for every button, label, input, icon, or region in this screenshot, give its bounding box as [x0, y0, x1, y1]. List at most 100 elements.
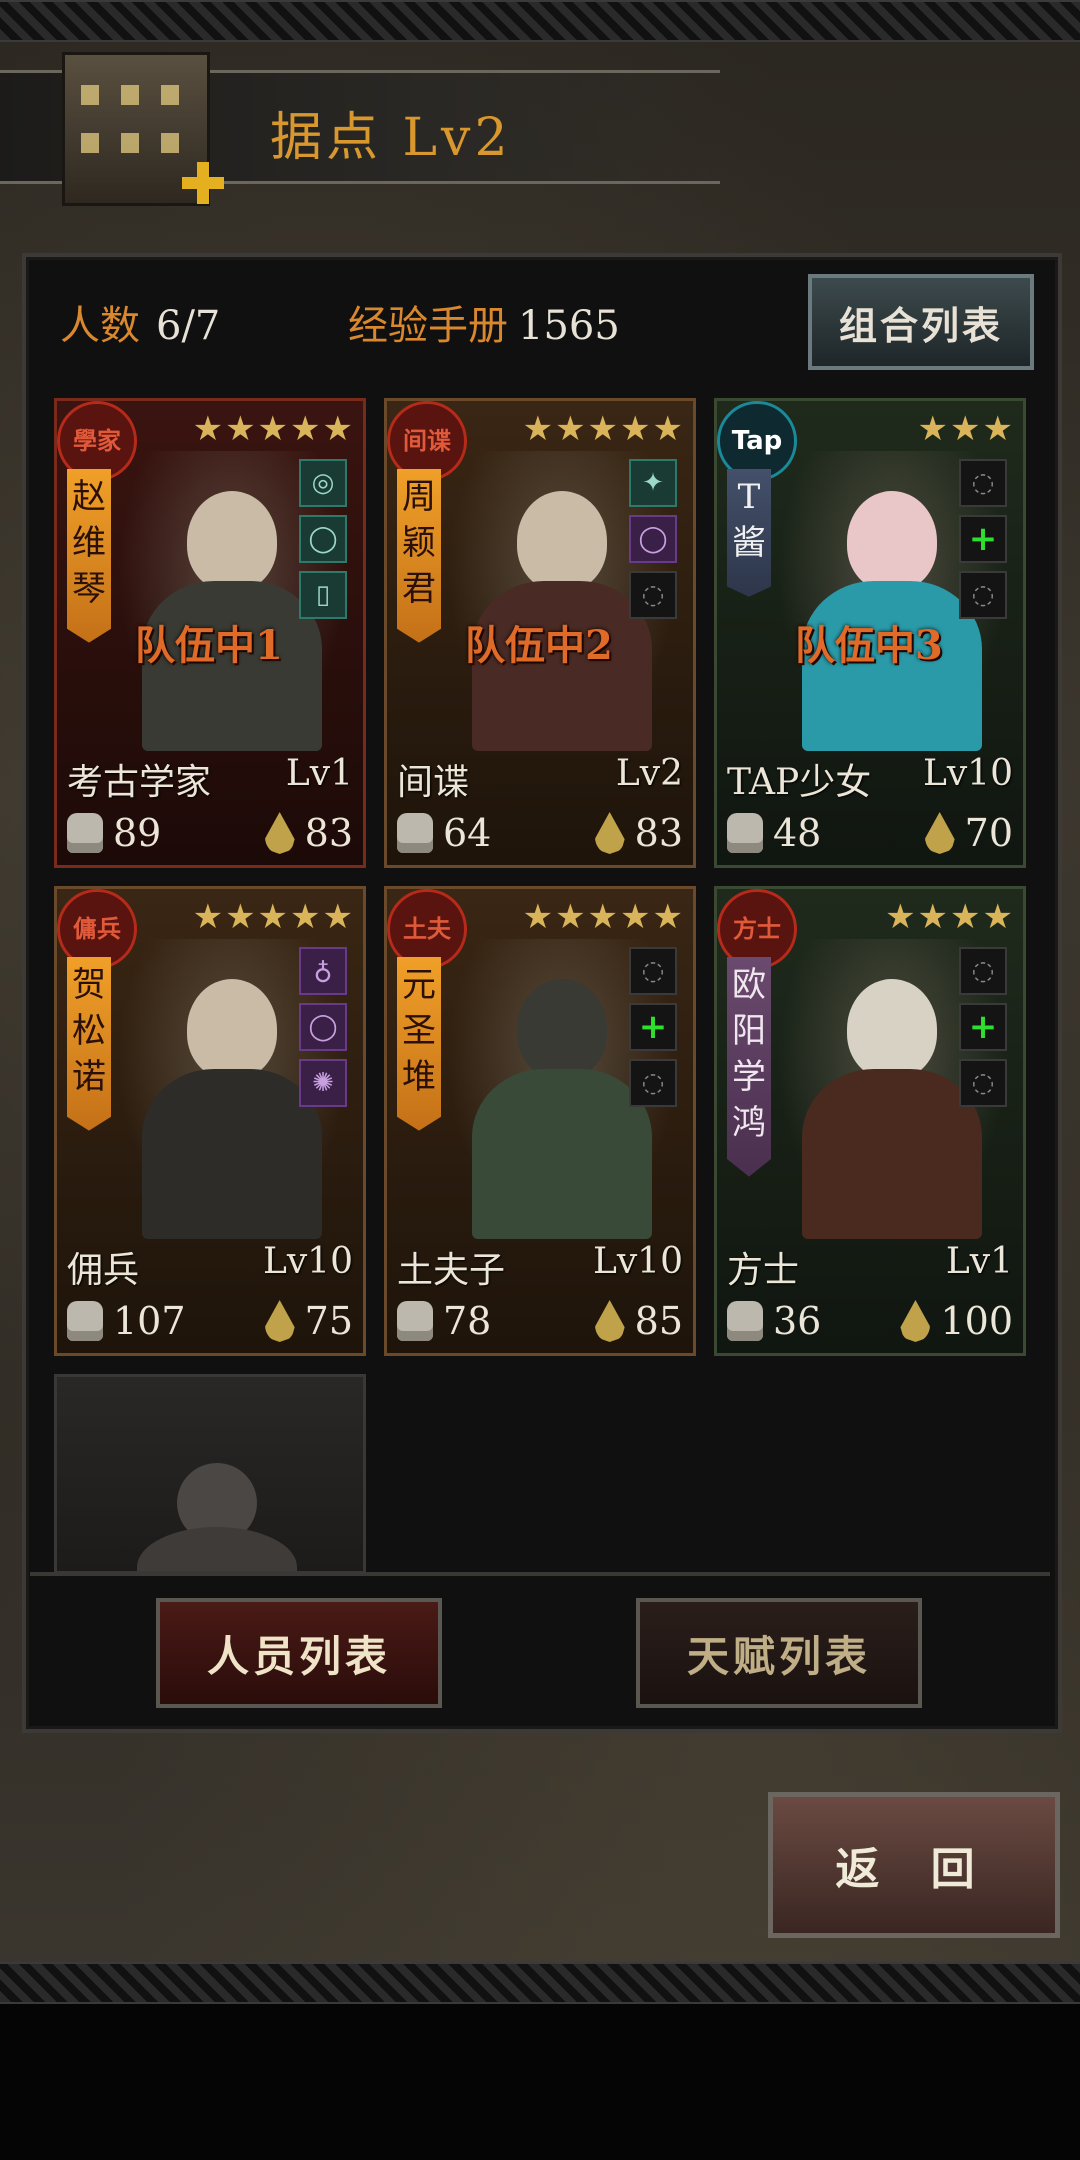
stat-row: 48 70	[727, 809, 1013, 857]
equipment-slot[interactable]: ▯	[299, 571, 347, 619]
equipment-slot[interactable]: ◌	[959, 1059, 1007, 1107]
back-button[interactable]: 返 回	[768, 1792, 1060, 1938]
equipment-slot[interactable]: ◎	[299, 459, 347, 507]
level: Lv10	[922, 753, 1013, 794]
equipment-slot[interactable]: ◌	[959, 459, 1007, 507]
headcount-stat: 人数 6/7	[60, 293, 220, 351]
water-value: 85	[634, 1299, 683, 1343]
power-value: 64	[443, 811, 492, 855]
level: Lv10	[592, 1241, 683, 1282]
fist-icon	[67, 1301, 103, 1341]
divider	[30, 1572, 1050, 1576]
power-value: 36	[773, 1299, 822, 1343]
level: Lv10	[262, 1241, 353, 1282]
equipment-slot[interactable]: ◌	[629, 571, 677, 619]
class-level-row: TAP少女 Lv10	[727, 753, 1013, 805]
equipment-slot[interactable]: ✺	[299, 1059, 347, 1107]
upgrade-plus-icon[interactable]	[180, 160, 226, 206]
rarity-stars: ★★★★★	[522, 897, 685, 937]
stat-row: 107 75	[67, 1297, 353, 1345]
equipment-slots: ◎ ◯ ▯	[299, 459, 347, 619]
team-status: 队伍中1	[135, 622, 283, 669]
tab-talent-list[interactable]: 天赋列表	[636, 1598, 922, 1708]
equipment-slot[interactable]: ◯	[629, 515, 677, 563]
page-title: 据点 Lv2	[270, 108, 512, 168]
class-name: 间谍	[397, 762, 470, 803]
add-equipment-plus-icon[interactable]: +	[959, 1003, 1007, 1051]
fist-icon	[397, 813, 433, 853]
water-value: 100	[940, 1299, 1013, 1343]
team-status: 队伍中2	[465, 622, 613, 669]
rarity-stars: ★★★★★	[192, 897, 355, 937]
empty-character-slot[interactable]	[54, 1374, 366, 1574]
add-equipment-plus-icon[interactable]: +	[959, 515, 1007, 563]
equipment-slots: ◌ + ◌	[959, 947, 1007, 1107]
class-level-row: 土夫子 Lv10	[397, 1241, 683, 1293]
water-drop-icon	[900, 1300, 931, 1342]
power-value: 48	[773, 811, 822, 855]
name-banner: 周颖君	[397, 469, 441, 643]
stat-row: 36 100	[727, 1297, 1013, 1345]
name-banner: 欧阳学鸿	[727, 957, 771, 1177]
equipment-slot[interactable]: ◯	[299, 515, 347, 563]
equipment-slots: ✦ ◯ ◌	[629, 459, 677, 619]
rarity-stars: ★★★	[917, 409, 1015, 449]
class-name: 方士	[727, 1250, 800, 1291]
top-border-trim	[0, 0, 1080, 42]
rarity-stars: ★★★★★	[192, 409, 355, 449]
character-card-1[interactable]: 學家 ★★★★★ 赵维琴 ◎ ◯ ▯ 队伍中1 考古学家 Lv1 89 83	[54, 398, 366, 868]
character-card-4[interactable]: 傭兵 ★★★★★ 贺松诺 ♁ ◯ ✺ 佣兵 Lv10 107 75	[54, 886, 366, 1356]
headcount-value: 6/7	[156, 303, 221, 349]
stat-row: 78 85	[397, 1297, 683, 1345]
power-value: 107	[113, 1299, 186, 1343]
equipment-slots: ◌ + ◌	[959, 459, 1007, 619]
equipment-slot[interactable]: ◌	[629, 1059, 677, 1107]
equipment-slots: ◌ + ◌	[629, 947, 677, 1107]
equipment-slot[interactable]: ♁	[299, 947, 347, 995]
exp-manual-value: 1565	[518, 303, 620, 349]
equipment-slot[interactable]: ◌	[959, 571, 1007, 619]
level: Lv1	[945, 1241, 1013, 1282]
exp-manual-label: 经验手册	[348, 303, 508, 349]
class-name: 考古学家	[67, 762, 212, 803]
class-name: TAP少女	[727, 762, 872, 803]
equipment-slot[interactable]: ◯	[299, 1003, 347, 1051]
fist-icon	[727, 1301, 763, 1341]
water-drop-icon	[594, 812, 625, 854]
water-value: 83	[634, 811, 683, 855]
fist-icon	[727, 813, 763, 853]
tab-personnel-list[interactable]: 人员列表	[156, 1598, 442, 1708]
water-drop-icon	[924, 812, 955, 854]
power-value: 89	[113, 811, 162, 855]
level: Lv2	[615, 753, 683, 794]
level: Lv1	[285, 753, 353, 794]
equipment-slot[interactable]: ◌	[629, 947, 677, 995]
fist-icon	[67, 813, 103, 853]
class-name: 佣兵	[67, 1250, 140, 1291]
water-drop-icon	[264, 1300, 295, 1342]
water-value: 75	[304, 1299, 353, 1343]
stat-row: 89 83	[67, 809, 353, 857]
class-level-row: 方士 Lv1	[727, 1241, 1013, 1293]
add-equipment-plus-icon[interactable]: +	[629, 1003, 677, 1051]
name-banner: 贺松诺	[67, 957, 111, 1131]
water-drop-icon	[594, 1300, 625, 1342]
fist-icon	[397, 1301, 433, 1341]
rarity-stars: ★★★★	[885, 897, 1015, 937]
character-card-2[interactable]: 间谍 ★★★★★ 周颖君 ✦ ◯ ◌ 队伍中2 间谍 Lv2 64 83	[384, 398, 696, 868]
name-banner: T酱	[727, 469, 771, 597]
combo-list-button[interactable]: 组合列表	[808, 274, 1034, 370]
class-level-row: 考古学家 Lv1	[67, 753, 353, 805]
character-card-5[interactable]: 土夫 ★★★★★ 元圣堆 ◌ + ◌ 土夫子 Lv10 78 85	[384, 886, 696, 1356]
headcount-label: 人数	[60, 303, 140, 349]
water-value: 83	[304, 811, 353, 855]
class-level-row: 佣兵 Lv10	[67, 1241, 353, 1293]
equipment-slot[interactable]: ◌	[959, 947, 1007, 995]
name-banner: 赵维琴	[67, 469, 111, 643]
equipment-slot[interactable]: ✦	[629, 459, 677, 507]
bottom-border-trim	[0, 1962, 1080, 2004]
name-banner: 元圣堆	[397, 957, 441, 1131]
water-drop-icon	[264, 812, 295, 854]
character-card-6[interactable]: 方士 ★★★★ 欧阳学鸿 ◌ + ◌ 方士 Lv1 36 100	[714, 886, 1026, 1356]
character-card-3[interactable]: Tap ★★★ T酱 ◌ + ◌ 队伍中3 TAP少女 Lv10 48 70	[714, 398, 1026, 868]
